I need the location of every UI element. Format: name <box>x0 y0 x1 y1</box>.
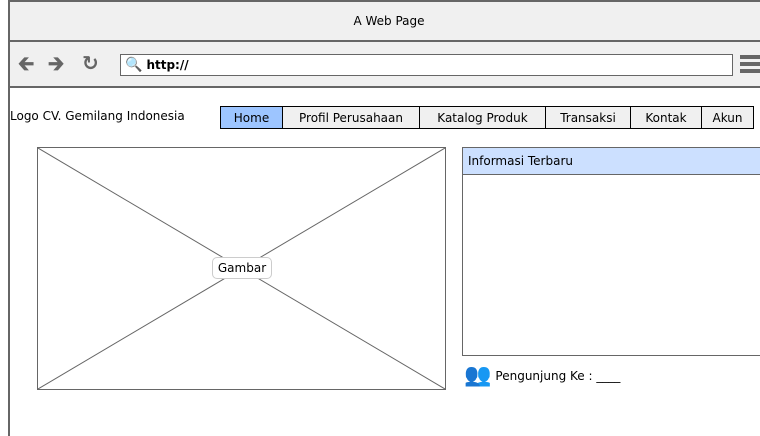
main-nav: Home Profil Perusahaan Katalog Produk Tr… <box>220 106 754 129</box>
image-label: Gambar <box>212 257 272 279</box>
nav-item-transaksi[interactable]: Transaksi <box>546 107 631 128</box>
search-icon: 🔍 <box>125 57 143 73</box>
site-logo: Logo CV. Gemilang Indonesia <box>10 109 185 123</box>
info-panel-header: Informasi Terbaru <box>463 148 760 175</box>
forward-arrow-icon[interactable]: 🡲 <box>48 52 64 74</box>
visitor-label: Pengunjung Ke : ____ <box>495 369 621 383</box>
nav-item-profil-perusahaan[interactable]: Profil Perusahaan <box>283 107 420 128</box>
url-input[interactable]: 🔍 http:// <box>120 54 733 76</box>
users-icon: 👥 <box>464 363 492 388</box>
nav-item-katalog-produk[interactable]: Katalog Produk <box>420 107 546 128</box>
back-arrow-icon[interactable]: 🡰 <box>18 52 34 74</box>
nav-item-home[interactable]: Home <box>221 107 283 128</box>
title-bar: A Web Page <box>10 2 760 42</box>
address-bar: 🡰 🡲 ↻ 🔍 http:// <box>10 42 760 88</box>
url-text: http:// <box>146 58 189 72</box>
info-panel: Informasi Terbaru <box>462 147 760 356</box>
visitor-counter: 👥 Pengunjung Ke : ____ <box>464 364 620 388</box>
nav-item-akun[interactable]: Akun <box>702 107 754 128</box>
reload-icon[interactable]: ↻ <box>82 52 99 74</box>
nav-item-kontak[interactable]: Kontak <box>631 107 702 128</box>
hamburger-menu-icon[interactable] <box>740 55 760 73</box>
window-title: A Web Page <box>353 14 425 28</box>
browser-window: A Web Page 🡰 🡲 ↻ 🔍 http:// Logo CV. Gemi… <box>8 0 760 436</box>
